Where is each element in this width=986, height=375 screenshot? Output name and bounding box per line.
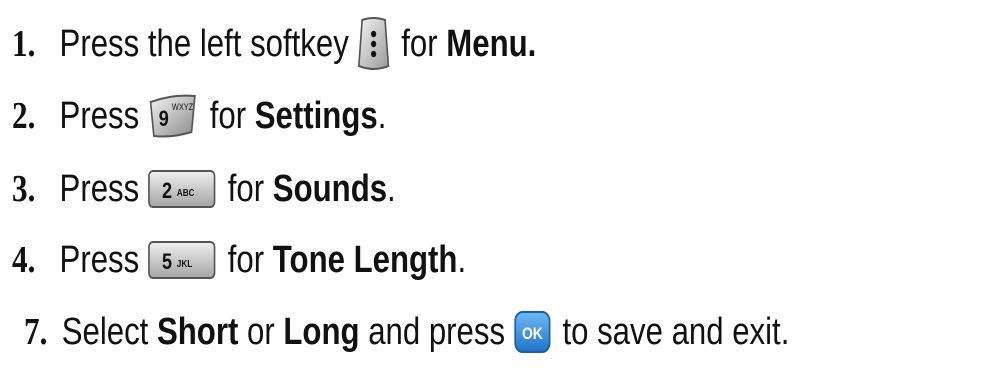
step-text-select: Select xyxy=(61,311,149,353)
key-9-wxyz-icon: 9 WXYZ xyxy=(147,92,198,140)
step-text-save-exit: to save and exit. xyxy=(562,311,790,353)
step-2: 2. Press 9 WXYZ for Settings. xyxy=(12,84,386,148)
step-7: 7. Select Short or Long and press OK to … xyxy=(24,300,789,364)
step-text-and-press: and press xyxy=(368,311,506,353)
step-number: 1. xyxy=(12,23,36,65)
step-3: 3. Press 2 ABC for Sounds. xyxy=(12,157,396,221)
step-number: 2. xyxy=(12,95,36,137)
step-text: Press xyxy=(59,239,140,281)
step-period: . xyxy=(457,239,467,281)
step-text: Press the left softkey xyxy=(59,23,349,65)
step-text-for: for xyxy=(227,168,265,210)
step-4: 4. Press 5 JKL for Tone Length. xyxy=(12,228,466,292)
svg-text:JKL: JKL xyxy=(177,258,193,269)
step-text-for: for xyxy=(401,23,438,65)
step-text-for: for xyxy=(227,239,265,281)
key-5-jkl-icon: 5 JKL xyxy=(147,240,216,280)
svg-text:9: 9 xyxy=(159,107,169,131)
step-period: . xyxy=(377,95,387,137)
step-text: Press xyxy=(59,95,140,137)
step-target: Tone Length xyxy=(272,239,458,281)
left-softkey-icon xyxy=(357,16,390,72)
svg-text:5: 5 xyxy=(162,250,172,274)
step-target: Menu. xyxy=(446,23,537,65)
step-1: 1. Press the left softkey for Menu. xyxy=(12,12,536,76)
option-long: Long xyxy=(283,311,360,353)
key-2-abc-icon: 2 ABC xyxy=(147,169,216,209)
svg-text:2: 2 xyxy=(162,179,172,203)
step-target: Settings xyxy=(254,95,378,137)
option-short: Short xyxy=(156,311,239,353)
step-text-or: or xyxy=(247,311,275,353)
step-number: 7. xyxy=(24,311,48,353)
svg-text:ABC: ABC xyxy=(177,187,195,198)
instruction-steps: 1. Press the left softkey for Menu. 2. P… xyxy=(0,0,986,375)
svg-text:OK: OK xyxy=(522,325,544,344)
step-text: Press xyxy=(59,168,140,210)
step-number: 3. xyxy=(12,168,36,210)
svg-text:WXYZ: WXYZ xyxy=(172,102,193,112)
step-target: Sounds xyxy=(272,168,388,210)
step-period: . xyxy=(387,168,396,210)
step-text-for: for xyxy=(209,95,247,137)
ok-key-icon: OK xyxy=(513,310,551,354)
step-number: 4. xyxy=(12,239,36,281)
